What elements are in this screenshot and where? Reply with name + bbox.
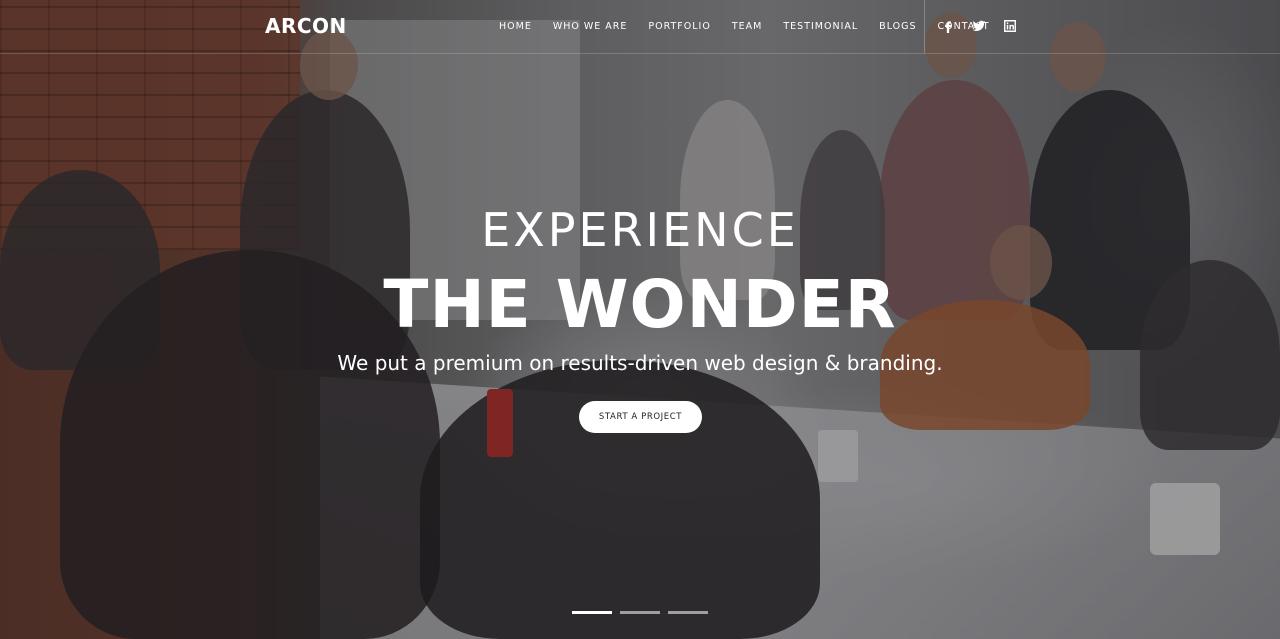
facebook-icon[interactable]: [940, 18, 956, 34]
nav-item-portfolio[interactable]: PORTFOLIO: [648, 21, 710, 32]
nav-item-team[interactable]: TEAM: [732, 21, 763, 32]
start-project-button[interactable]: START A PROJECT: [579, 401, 702, 433]
hero-headline: THE WONDER: [383, 266, 897, 343]
hero-subline: We put a premium on results-driven web d…: [337, 351, 943, 375]
slide-indicator-2[interactable]: [620, 611, 660, 614]
nav-divider: [924, 0, 925, 53]
slide-indicator-3[interactable]: [668, 611, 708, 614]
main-menu: HOME WHO WE ARE PORTFOLIO TEAM TESTIMONI…: [499, 21, 990, 32]
top-navbar: ARCON HOME WHO WE ARE PORTFOLIO TEAM TES…: [0, 0, 1280, 54]
slider-indicators: [572, 611, 708, 614]
brand-logo[interactable]: ARCON: [265, 14, 347, 38]
nav-item-home[interactable]: HOME: [499, 21, 532, 32]
social-links: [940, 18, 1018, 34]
twitter-icon[interactable]: [971, 18, 987, 34]
nav-item-who-we-are[interactable]: WHO WE ARE: [553, 21, 628, 32]
nav-item-testimonial[interactable]: TESTIMONIAL: [783, 21, 858, 32]
nav-item-blogs[interactable]: BLOGS: [879, 21, 916, 32]
linkedin-icon[interactable]: [1002, 18, 1018, 34]
slide-indicator-1[interactable]: [572, 611, 612, 614]
hero-section: ARCON HOME WHO WE ARE PORTFOLIO TEAM TES…: [0, 0, 1280, 639]
hero-eyebrow: EXPERIENCE: [481, 203, 799, 257]
